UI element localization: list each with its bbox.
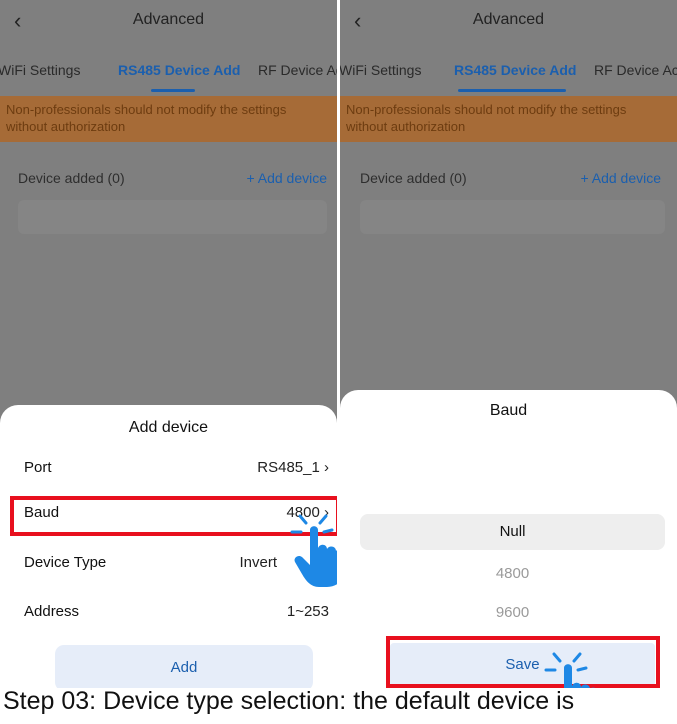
navigation-bar: ‹ Advanced [0,0,337,44]
device-added-row: Device added (0) + Add device [18,170,327,186]
page-title: Advanced [132,11,205,28]
port-row[interactable]: Port RS485_1 › [0,447,337,493]
address-row[interactable]: Address 1~253 [0,591,337,637]
address-label: Address [24,603,80,620]
baud-option-9600[interactable]: 9600 [360,595,665,631]
baud-option-null[interactable]: Null [360,514,665,550]
active-tab-indicator [151,89,195,92]
page-title: Advanced [472,11,545,28]
baud-select-screen: ‹ Advanced WiFi Settings RS485 Device Ad… [340,0,677,688]
navigation-bar: ‹ Advanced [340,0,677,44]
port-value: RS485_1 › [257,459,329,476]
device-added-row: Device added (0) + Add device [360,170,661,186]
tab-rf-device-add[interactable]: RF Device Add [258,62,337,78]
add-button[interactable]: Add [55,645,313,688]
sheet-title: Baud [489,402,528,419]
baud-option-4800[interactable]: 4800 [360,556,665,592]
tab-rs485-device-add[interactable]: RS485 Device Add [454,62,576,78]
sheet-title: Add device [128,419,209,436]
device-added-label: Device added (0) [18,170,125,186]
tab-wifi-settings[interactable]: WiFi Settings [340,62,421,78]
tab-bar: WiFi Settings RS485 Device Add RF Device… [0,56,337,96]
warning-banner: Non-professionals should not modify the … [0,96,337,142]
save-button-highlight [386,636,660,688]
device-list-placeholder [360,200,665,234]
add-device-link[interactable]: + Add device [580,170,661,186]
warning-banner: Non-professionals should not modify the … [340,96,677,142]
device-type-label: Device Type [24,554,107,571]
step-caption: Step 03: Device type selection: the defa… [3,687,575,715]
port-label: Port [24,459,52,476]
tab-rs485-device-add[interactable]: RS485 Device Add [118,62,240,78]
active-tab-indicator [458,89,566,92]
tab-wifi-settings[interactable]: WiFi Settings [0,62,80,78]
tab-bar: WiFi Settings RS485 Device Add RF Device… [340,56,677,96]
pointing-hand-icon [290,514,337,587]
address-value: 1~253 [286,603,329,620]
tab-rf-device-add[interactable]: RF Device Ac [594,62,677,78]
device-added-label: Device added (0) [360,170,467,186]
device-type-value: Invert [239,554,277,571]
add-device-link[interactable]: + Add device [246,170,327,186]
device-list-placeholder [18,200,327,234]
add-device-screen: ‹ Advanced WiFi Settings RS485 Device Ad… [0,0,337,688]
pointing-hand-icon [544,652,596,688]
